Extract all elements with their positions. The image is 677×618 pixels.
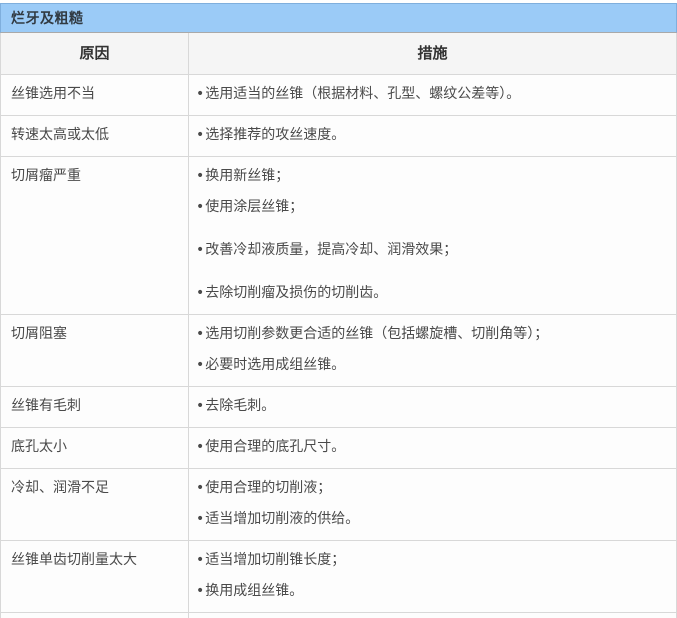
bullet-icon: • (196, 285, 204, 301)
measure-line: •改善冷却液质量，提高冷却、润滑效果； (196, 235, 666, 266)
column-header-cause: 原因 (1, 33, 189, 74)
cause-cell: 丝锥选用不当 (1, 75, 189, 115)
bullet-icon: • (196, 86, 204, 102)
bullet-icon: • (196, 242, 204, 258)
measures-cell: •选用切削参数更合适的丝锥（包括螺旋槽、切削角等）；•必要时选用成组丝锥。 (189, 315, 676, 386)
table-row: 丝锥单齿切削量太大 •适当增加切削锥长度；•换用成组丝锥。 (1, 541, 676, 613)
cause-cell: 丝锥有毛刺 (1, 387, 189, 427)
measure-text: 选择推荐的攻丝速度。 (205, 127, 345, 143)
measure-text: 使用涂层丝锥； (205, 199, 303, 215)
measures-cell: •使用合理的底孔尺寸。 (189, 428, 676, 468)
measure-line: •使用合理的切削液； (196, 473, 666, 504)
measures-cell: •使用合理的切削液；•适当增加切削液的供给。 (189, 469, 676, 540)
measures-cell: •去除毛刺。 (189, 387, 676, 427)
bullet-icon: • (196, 199, 204, 215)
measure-gap (196, 266, 666, 278)
measure-text: 换用新丝锥； (205, 168, 289, 184)
bullet-icon: • (196, 127, 204, 143)
column-header-measures: 措施 (189, 33, 676, 74)
cause-cell: 冷却、润滑不足 (1, 469, 189, 540)
table-row: 冷却、润滑不足 •使用合理的切削液；•适当增加切削液的供给。 (1, 469, 676, 541)
measure-line: •选择推荐的攻丝速度。 (196, 120, 666, 151)
bullet-icon: • (196, 583, 204, 599)
page: 烂牙及粗糙 原因 措施 丝锥选用不当 •选用适当的丝锥（根据材料、孔型、螺纹公差… (0, 0, 677, 618)
measure-line: •适当增加切削锥长度； (196, 545, 666, 576)
measures-cell: •适当增加切削锥长度；•换用成组丝锥。 (189, 541, 676, 612)
measure-text: 使用合理的切削液； (205, 480, 331, 496)
table-row: 转速太高或太低 •选择推荐的攻丝速度。 (1, 116, 676, 157)
table-body: 丝锥选用不当 •选用适当的丝锥（根据材料、孔型、螺纹公差等）。 转速太高或太低 … (1, 75, 676, 613)
measures-cell: •选用适当的丝锥（根据材料、孔型、螺纹公差等）。 (189, 75, 676, 115)
bullet-icon: • (196, 511, 204, 527)
cause-cell: 切屑阻塞 (1, 315, 189, 386)
cause-cell: 切屑瘤严重 (1, 157, 189, 314)
measure-gap (196, 223, 666, 235)
table-header-row: 原因 措施 (1, 33, 676, 75)
measure-text: 选用适当的丝锥（根据材料、孔型、螺纹公差等）。 (205, 86, 520, 102)
measure-text: 选用切削参数更合适的丝锥（包括螺旋槽、切削角等）； (205, 326, 548, 342)
table-row: 切屑阻塞 •选用切削参数更合适的丝锥（包括螺旋槽、切削角等）；•必要时选用成组丝… (1, 315, 676, 387)
bullet-icon: • (196, 326, 204, 342)
bullet-icon: • (196, 168, 204, 184)
measures-cell: •选择推荐的攻丝速度。 (189, 116, 676, 156)
bullet-icon: • (196, 439, 204, 455)
cause-cell: 转速太高或太低 (1, 116, 189, 156)
bullet-icon: • (196, 398, 204, 414)
measure-line: •必要时选用成组丝锥。 (196, 350, 666, 381)
measure-line: •适当增加切削液的供给。 (196, 504, 666, 535)
measure-line: •换用成组丝锥。 (196, 576, 666, 607)
measure-text: 必要时选用成组丝锥。 (205, 357, 345, 373)
cause-cell: 底孔太小 (1, 428, 189, 468)
table-row: 丝锥有毛刺 •去除毛刺。 (1, 387, 676, 428)
measure-text: 改善冷却液质量，提高冷却、润滑效果； (205, 242, 457, 258)
cause-cell: 丝锥单齿切削量太大 (1, 541, 189, 612)
partial-cause-cell (1, 613, 189, 618)
measure-line: •使用合理的底孔尺寸。 (196, 432, 666, 463)
measures-cell: •换用新丝锥；•使用涂层丝锥；•改善冷却液质量，提高冷却、润滑效果；•去除切削瘤… (189, 157, 676, 314)
measure-text: 去除毛刺。 (205, 398, 275, 414)
measure-text: 换用成组丝锥。 (205, 583, 303, 599)
table-title: 烂牙及粗糙 (11, 8, 84, 28)
measure-text: 去除切削瘤及损伤的切削齿。 (205, 285, 387, 301)
table-row: 底孔太小 •使用合理的底孔尺寸。 (1, 428, 676, 469)
table-row: 丝锥选用不当 •选用适当的丝锥（根据材料、孔型、螺纹公差等）。 (1, 75, 676, 116)
measure-line: •去除切削瘤及损伤的切削齿。 (196, 278, 666, 309)
troubleshooting-table: 原因 措施 丝锥选用不当 •选用适当的丝锥（根据材料、孔型、螺纹公差等）。 转速… (0, 33, 677, 618)
partial-measures-cell (189, 613, 676, 618)
bullet-icon: • (196, 357, 204, 373)
measure-line: •换用新丝锥； (196, 161, 666, 192)
measure-line: •去除毛刺。 (196, 391, 666, 422)
measure-line: •选用适当的丝锥（根据材料、孔型、螺纹公差等）。 (196, 79, 666, 110)
measure-line: •选用切削参数更合适的丝锥（包括螺旋槽、切削角等）； (196, 319, 666, 350)
partial-next-row (1, 613, 676, 618)
bullet-icon: • (196, 552, 204, 568)
table-row: 切屑瘤严重 •换用新丝锥；•使用涂层丝锥；•改善冷却液质量，提高冷却、润滑效果；… (1, 157, 676, 315)
bullet-icon: • (196, 480, 204, 496)
measure-line: •使用涂层丝锥； (196, 192, 666, 223)
measure-text: 适当增加切削锥长度； (205, 552, 345, 568)
measure-text: 适当增加切削液的供给。 (205, 511, 359, 527)
table-title-bar: 烂牙及粗糙 (0, 3, 677, 33)
measure-text: 使用合理的底孔尺寸。 (205, 439, 345, 455)
